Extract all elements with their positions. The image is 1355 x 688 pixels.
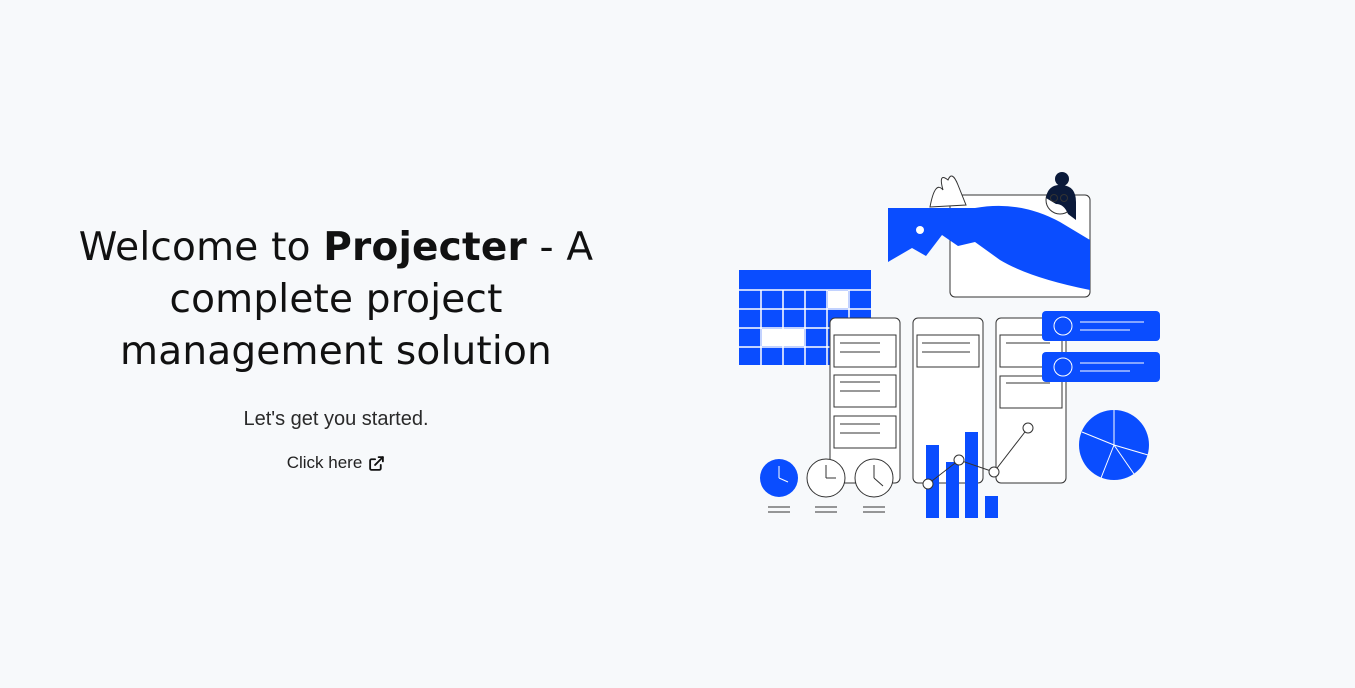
hero-section: Welcome to Projecter - A complete projec… — [40, 222, 632, 473]
click-here-label: Click here — [286, 453, 363, 472]
brand-name: Projecter — [323, 225, 527, 270]
project-management-illustration — [739, 172, 1160, 518]
image-frame — [888, 172, 1091, 298]
clock-icons — [760, 458, 894, 513]
title-prefix: Welcome to — [78, 225, 324, 270]
kanban-board — [829, 317, 1067, 484]
click-here-link[interactable]: Click here — [287, 453, 386, 473]
page-title: Welcome to Projecter - A complete projec… — [40, 222, 632, 378]
pie-chart-graphic — [1079, 410, 1149, 480]
external-link-icon — [369, 455, 385, 471]
hero-subtitle: Let's get you started. — [243, 408, 429, 430]
